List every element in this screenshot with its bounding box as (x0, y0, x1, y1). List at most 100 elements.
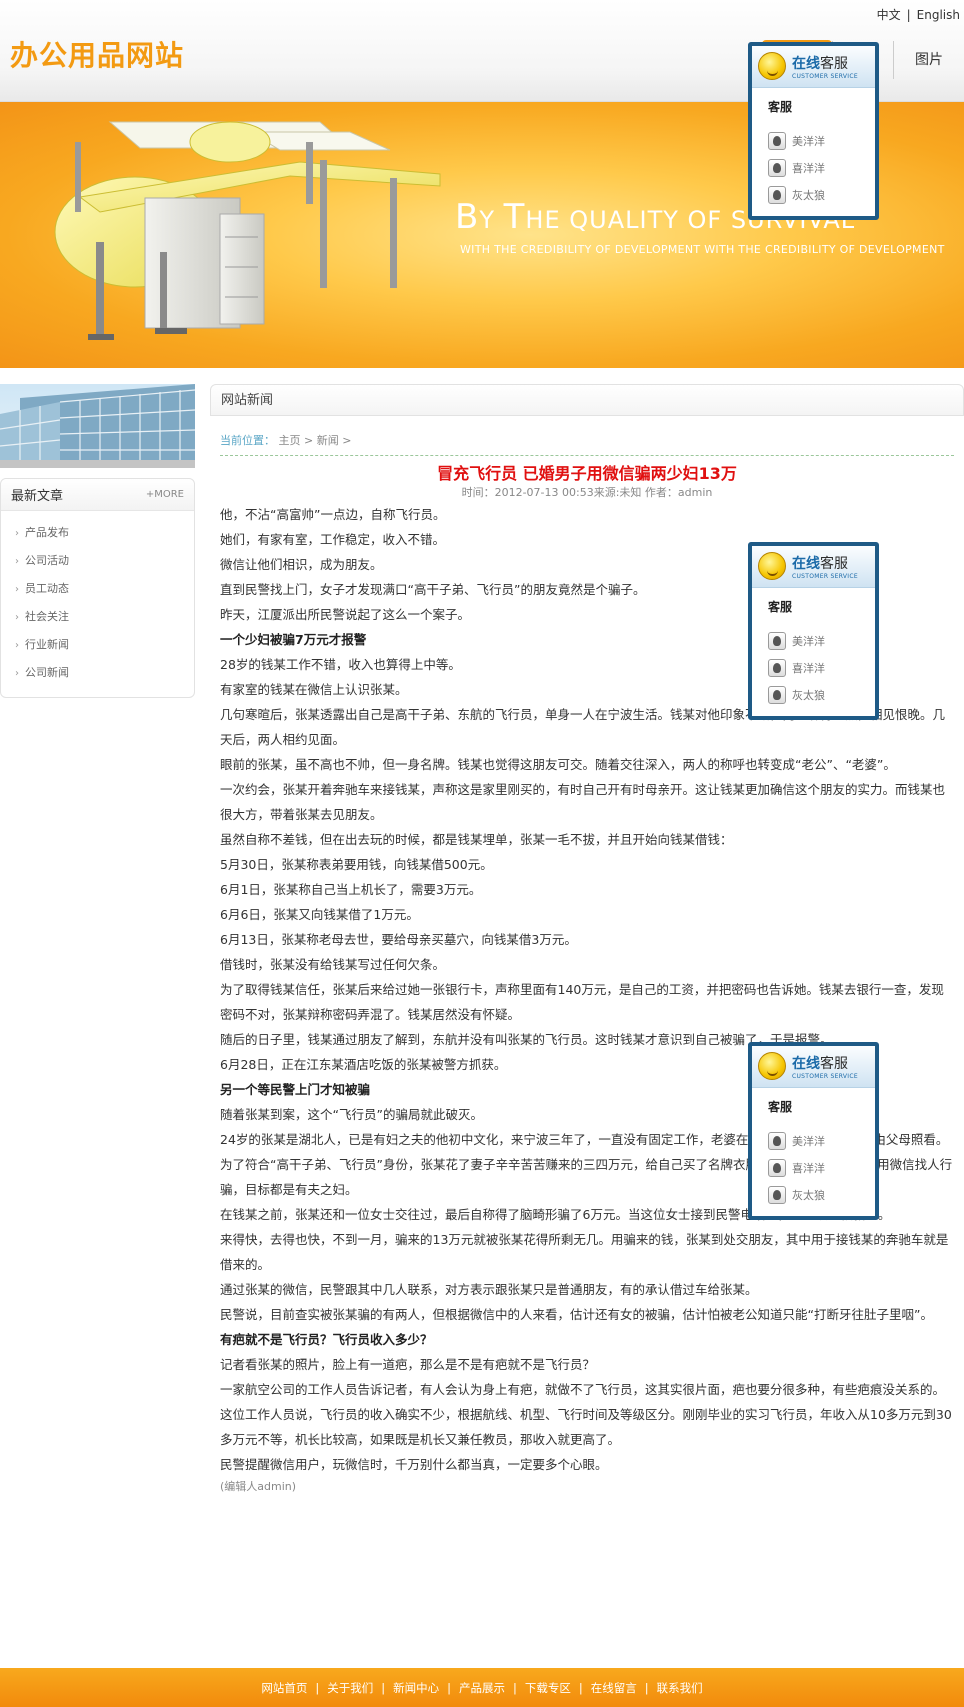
banner-title-cap-b: B (455, 197, 480, 237)
service-agent[interactable]: 灰太狼 (768, 1181, 875, 1208)
nav-item-pictures[interactable]: 图片 (894, 40, 964, 80)
service-subtitle: CUSTOMER SERVICE (792, 573, 858, 580)
article-paragraph: 民警提醒微信用户，玩微信时，千万别什么都当真，一定要多个心眼。 (220, 1457, 608, 1472)
online-service-panel: 在线客服 CUSTOMER SERVICE 客服 美洋洋 喜洋洋 灰太狼 (748, 1042, 879, 1220)
footer-link[interactable]: 关于我们 (327, 1680, 373, 1696)
footer-link[interactable]: 产品展示 (459, 1680, 505, 1696)
service-agent[interactable]: 美洋洋 (768, 1127, 875, 1154)
footer-separator: | (447, 1680, 451, 1695)
building-photo-illustration (0, 384, 195, 468)
article-paragraph: 记者看张某的照片，脸上有一道疤，那么是不是有疤就不是飞行员？ (220, 1357, 596, 1372)
chevron-right-icon: › (15, 528, 19, 539)
footer-link[interactable]: 在线留言 (591, 1680, 637, 1696)
article-paragraph: 眼前的张某，虽不高也不帅，但一身名牌。钱某也觉得这朋友可交。随着交往深入，两人的… (220, 757, 896, 772)
footer-separator: | (513, 1680, 517, 1695)
banner-title-part: Y (479, 206, 504, 234)
service-subtitle: CUSTOMER SERVICE (792, 73, 858, 80)
latest-articles-list: › 产品发布 › 公司活动 › 员工动态 › 社会关注 › 行业新闻 › 公司新闻 (1, 511, 194, 687)
article-paragraph: 虽然自称不差钱，但在出去玩的时候，都是钱某埋单，张某一毛不拔，并且开始向钱某借钱… (220, 832, 733, 847)
service-agent[interactable]: 喜洋洋 (768, 1154, 875, 1181)
service-title-b: 客服 (820, 56, 848, 72)
chevron-right-icon: › (15, 668, 19, 679)
service-agent[interactable]: 美洋洋 (768, 127, 875, 154)
agent-name: 喜洋洋 (792, 661, 825, 675)
service-agent[interactable]: 美洋洋 (768, 627, 875, 654)
agent-name: 美洋洋 (792, 134, 825, 148)
language-switch: 中文 | English (877, 6, 960, 23)
chevron-right-icon: › (15, 584, 19, 595)
qq-icon (768, 685, 786, 704)
article-paragraph: 民警说，目前查实被张某骗的有两人，但根据微信中的人来看，估计还有女的被骗，估计怕… (220, 1307, 933, 1322)
chevron-right-icon: › (15, 640, 19, 651)
service-header: 在线客服 CUSTOMER SERVICE (752, 546, 875, 588)
article-subheading: 有疤就不是飞行员？飞行员收入多少？ (220, 1332, 433, 1347)
qq-icon (768, 658, 786, 677)
service-caption: 客服 (768, 100, 793, 114)
sidebar-item-company-news[interactable]: › 公司新闻 (15, 659, 194, 687)
qq-icon (768, 158, 786, 177)
agent-name: 美洋洋 (792, 634, 825, 648)
agent-name: 美洋洋 (792, 1134, 825, 1148)
banner-subtitle: WITH THE CREDIBILITY OF DEVELOPMENT WITH… (460, 243, 945, 256)
service-header: 在线客服 CUSTOMER SERVICE (752, 1046, 875, 1088)
service-agent[interactable]: 灰太狼 (768, 181, 875, 208)
service-title-b: 客服 (820, 1056, 848, 1072)
article-paragraph: 为了取得钱某信任，张某后来给过她一张银行卡，声称里面有140万元，是自己的工资，… (220, 982, 944, 1022)
qq-icon (768, 631, 786, 650)
sidebar-item-company-activities[interactable]: › 公司活动 (15, 547, 194, 575)
breadcrumb-label: 当前位置： (220, 434, 275, 447)
service-title: 在线客服 (792, 1053, 848, 1073)
service-title-a: 在线 (792, 56, 820, 72)
section-title: 网站新闻 (210, 384, 964, 416)
breadcrumb: 当前位置： 主页 > 新闻 > (220, 432, 351, 448)
lang-english-link[interactable]: English (917, 8, 960, 22)
latest-articles-header: 最新文章 +MORE (1, 479, 194, 511)
chevron-right-icon: › (15, 556, 19, 567)
article-paragraph: 5月30日，张某称表弟要用钱，向钱某借500元。 (220, 857, 493, 872)
service-title: 在线客服 (792, 553, 848, 573)
service-header: 在线客服 CUSTOMER SERVICE (752, 46, 875, 88)
footer-link[interactable]: 网站首页 (261, 1680, 307, 1696)
footer-separator: | (315, 1680, 320, 1695)
building-photo (0, 384, 195, 468)
online-service-panel: 在线客服 CUSTOMER SERVICE 客服 美洋洋 喜洋洋 灰太狼 (748, 542, 879, 720)
article-paragraph: 借钱时，张某没有给钱某写过任何欠条。 (220, 957, 446, 972)
service-title-a: 在线 (792, 556, 820, 572)
service-subtitle: CUSTOMER SERVICE (792, 1073, 858, 1080)
sidebar-item-label: 公司新闻 (25, 666, 69, 679)
article-paragraph: 通过张某的微信，民警跟其中几人联系，对方表示跟张某只是普通朋友，有的承认借过车给… (220, 1282, 758, 1297)
service-title-a: 在线 (792, 1056, 820, 1072)
sidebar-item-product-release[interactable]: › 产品发布 (15, 519, 194, 547)
sidebar-item-social-concern[interactable]: › 社会关注 (15, 603, 194, 631)
article-paragraph: 一家航空公司的工作人员告诉记者，有人会认为身上有疤，就做不了飞行员，这其实很片面… (220, 1382, 946, 1397)
service-agent-list: 美洋洋 喜洋洋 灰太狼 (752, 115, 875, 208)
footer-link[interactable]: 新闻中心 (393, 1680, 439, 1696)
agent-name: 灰太狼 (792, 1188, 825, 1202)
online-service-panel: 在线客服 CUSTOMER SERVICE 客服 美洋洋 喜洋洋 灰太狼 (748, 42, 879, 220)
sidebar-item-industry-news[interactable]: › 行业新闻 (15, 631, 194, 659)
service-agent-list: 美洋洋 喜洋洋 灰太狼 (752, 615, 875, 708)
site-logo[interactable]: 办公用品网站 (10, 34, 184, 74)
article-title: 冒充飞行员 已婚男子用微信骗两少妇13万 (437, 464, 737, 483)
more-link[interactable]: +MORE (146, 489, 184, 500)
agent-name: 喜洋洋 (792, 161, 825, 175)
service-agent[interactable]: 灰太狼 (768, 681, 875, 708)
service-agent[interactable]: 喜洋洋 (768, 654, 875, 681)
breadcrumb-path[interactable]: 主页 > 新闻 > (279, 434, 352, 447)
footer-link[interactable]: 联系我们 (657, 1680, 703, 1696)
article-paragraph: 6月1日，张某称自己当上机长了，需要3万元。 (220, 882, 482, 897)
smiley-icon (758, 1052, 786, 1080)
banner-title-cap-t: T (503, 197, 526, 237)
lang-chinese-link[interactable]: 中文 (877, 8, 901, 22)
office-desk-illustration (54, 121, 441, 340)
service-title: 在线客服 (792, 53, 848, 73)
sidebar-item-staff-news[interactable]: › 员工动态 (15, 575, 194, 603)
agent-name: 喜洋洋 (792, 1161, 825, 1175)
qq-icon (768, 185, 786, 204)
qq-icon (768, 1131, 786, 1150)
footer-nav: 网站首页 | 关于我们 | 新闻中心 | 产品展示 | 下载专区 | 在线留言 | 联系我们 (0, 1668, 964, 1707)
footer-link[interactable]: 下载专区 (525, 1680, 571, 1696)
latest-articles-title: 最新文章 (11, 489, 64, 504)
service-agent[interactable]: 喜洋洋 (768, 154, 875, 181)
sidebar-item-label: 社会关注 (25, 610, 69, 623)
